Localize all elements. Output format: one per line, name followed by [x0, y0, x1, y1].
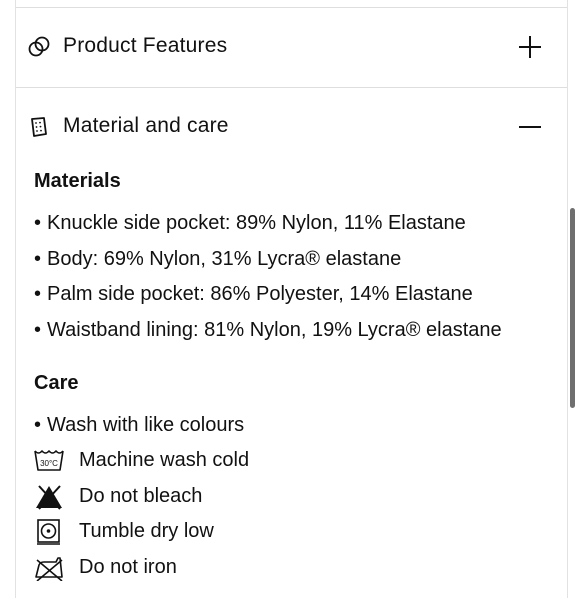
collapse-minus-icon[interactable] [519, 116, 541, 138]
accordion-title: Material and care [63, 114, 229, 137]
care-label: Do not bleach [79, 484, 203, 507]
care-label: Tumble dry low [79, 520, 214, 543]
list-item: Waistband lining: 81% Nylon, 19% Lycra® … [34, 318, 502, 354]
accordion-material-and-care[interactable]: Material and care [16, 88, 567, 166]
do-not-bleach-icon [36, 485, 62, 510]
accordion-product-features[interactable]: Product Features [16, 8, 567, 86]
product-features-icon [28, 36, 50, 57]
expand-plus-icon[interactable] [519, 36, 541, 58]
vertical-scrollbar[interactable] [570, 208, 575, 408]
care-heading: Care [34, 372, 79, 394]
wash-temperature: 30°C [40, 459, 58, 468]
product-details-panel: Product Features Material and care Mater… [15, 0, 568, 598]
care-label: Machine wash cold [79, 449, 250, 471]
list-item: Wash with like colours [34, 413, 244, 449]
list-item: Palm side pocket: 86% Polyester, 14% Ela… [34, 282, 502, 318]
fabric-swatch-icon [31, 117, 47, 137]
care-bullet-list: Wash with like colours [34, 413, 244, 449]
list-item: Body: 69% Nylon, 31% Lycra® elastane [34, 247, 502, 283]
accordion-title: Product Features [63, 34, 228, 57]
list-item: Knuckle side pocket: 89% Nylon, 11% Elas… [34, 211, 502, 247]
do-not-iron-icon [35, 557, 63, 582]
tumble-dry-low-icon [37, 519, 60, 546]
materials-list: Knuckle side pocket: 89% Nylon, 11% Elas… [34, 211, 502, 353]
materials-heading: Materials [34, 170, 121, 192]
machine-wash-30-icon: 30°C [34, 449, 64, 471]
care-label: Do not iron [79, 556, 177, 579]
